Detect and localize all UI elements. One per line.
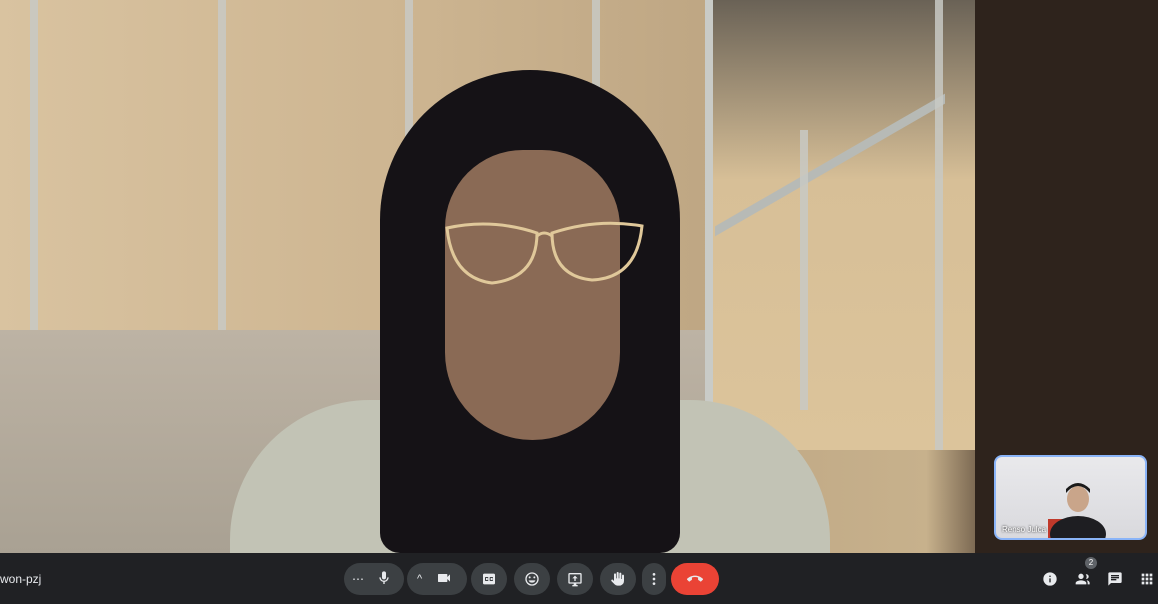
meeting-toolbar: won-pzj ⋯ ^ [0, 553, 1158, 604]
camera-control-group: ^ [407, 563, 467, 595]
main-video-feed [0, 0, 1158, 553]
wall-pole-1 [30, 0, 38, 330]
activities-button[interactable] [1137, 569, 1157, 589]
more-vertical-icon [652, 573, 656, 585]
chat-button[interactable] [1105, 569, 1125, 589]
raise-hand-icon [611, 572, 624, 586]
self-view-tile[interactable]: Renso Julca [994, 455, 1147, 540]
people-icon [1075, 573, 1090, 585]
captions-button[interactable] [471, 563, 507, 595]
participants-count-badge: 2 [1085, 557, 1097, 569]
microphone-icon[interactable] [376, 570, 392, 589]
self-view-name: Renso Julca [1002, 525, 1047, 534]
camera-icon[interactable] [436, 570, 452, 589]
leave-call-button[interactable] [671, 563, 719, 595]
mic-control-group: ⋯ [344, 563, 404, 595]
emoji-icon [525, 572, 539, 586]
apps-icon [1141, 573, 1153, 585]
info-icon [1043, 572, 1057, 586]
glasses [445, 221, 644, 285]
end-call-icon [687, 575, 703, 582]
captions-icon [483, 573, 495, 585]
remote-participant [230, 70, 830, 553]
window-bar-2 [935, 0, 943, 450]
video-settings-button[interactable]: ^ [417, 573, 422, 585]
wall-pole-2 [218, 0, 226, 330]
present-button[interactable] [557, 563, 593, 595]
more-options-button[interactable] [642, 563, 666, 595]
chat-icon [1108, 572, 1122, 586]
audio-settings-button[interactable]: ⋯ [352, 572, 364, 586]
present-icon [568, 573, 582, 587]
raise-hand-button[interactable] [600, 563, 636, 595]
meeting-details-button[interactable] [1040, 569, 1060, 589]
meeting-code: won-pzj [0, 572, 42, 586]
self-view-person [1048, 483, 1106, 538]
emoji-button[interactable] [514, 563, 550, 595]
people-button[interactable] [1073, 569, 1093, 589]
face [445, 150, 620, 440]
